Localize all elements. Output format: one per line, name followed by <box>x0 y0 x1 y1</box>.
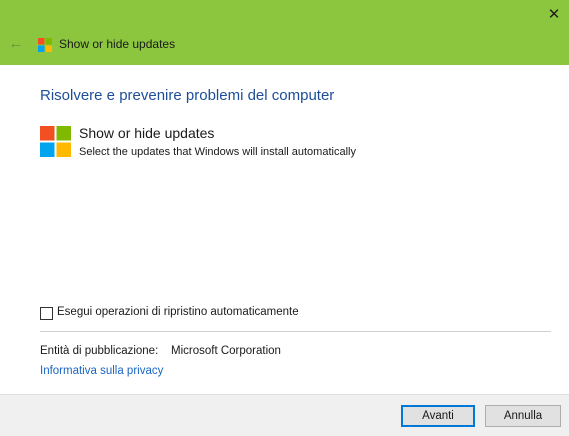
close-icon: ✕ <box>547 6 561 23</box>
windows-logo-icon <box>40 126 71 157</box>
troubleshooter-title: Show or hide updates <box>79 125 215 141</box>
auto-repair-checkbox-label[interactable]: Esegui operazioni di ripristino automati… <box>57 306 299 318</box>
cancel-button[interactable]: Annulla <box>485 405 561 427</box>
troubleshooter-window: ✕ ← Show or hide updates Risolvere e pre… <box>0 0 569 436</box>
back-arrow-icon: ← <box>8 35 24 52</box>
auto-repair-checkbox[interactable] <box>40 307 53 320</box>
divider <box>40 331 551 332</box>
troubleshooter-description: Select the updates that Windows will ins… <box>79 146 356 158</box>
publisher-label: Entità di pubblicazione: <box>40 345 159 357</box>
publisher-value: Microsoft Corporation <box>171 345 281 357</box>
window-title: Show or hide updates <box>59 37 176 51</box>
title-bar: ✕ ← Show or hide updates <box>0 0 569 65</box>
page-heading: Risolvere e prevenire problemi del compu… <box>40 87 335 104</box>
back-button[interactable]: ← <box>6 34 26 54</box>
close-button[interactable]: ✕ <box>540 2 568 28</box>
privacy-link[interactable]: Informativa sulla privacy <box>40 365 163 377</box>
windows-logo-icon <box>38 38 52 52</box>
footer-bar: Avanti Annulla <box>0 394 569 436</box>
next-button[interactable]: Avanti <box>401 405 475 427</box>
